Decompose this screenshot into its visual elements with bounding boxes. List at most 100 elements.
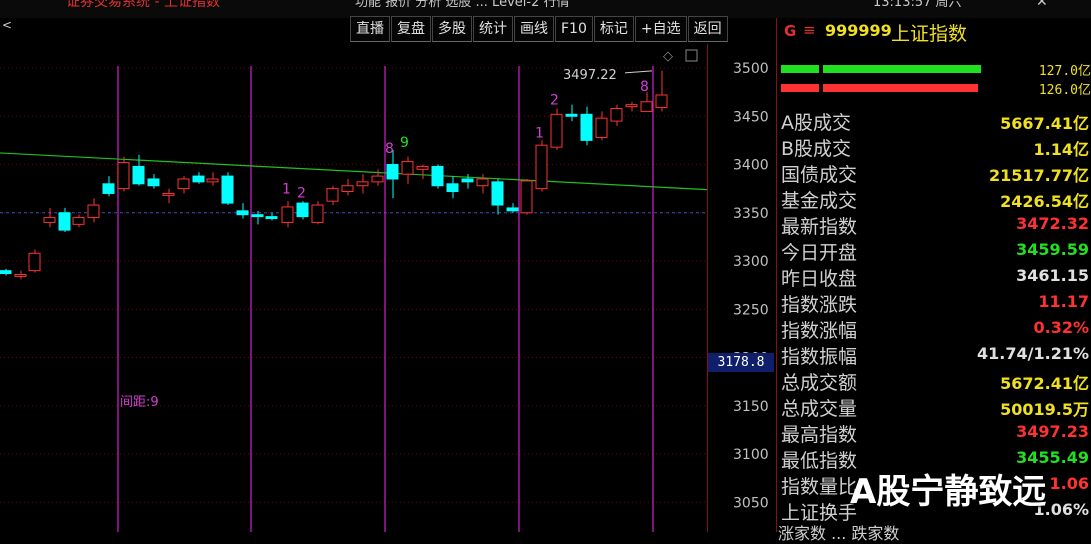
stat-row: B股成交 1.14亿: [778, 133, 1091, 160]
stat-value: 0.32%: [1033, 318, 1089, 337]
stat-label: B股成交: [781, 138, 852, 160]
g-badge[interactable]: G: [784, 22, 796, 40]
toolbar-button-back[interactable]: 返回: [687, 16, 728, 42]
window-title: 证券交易系统 - 上证指数: [66, 0, 220, 10]
sequence-marker: 9: [400, 135, 409, 151]
price-axis-label: 3250: [733, 302, 769, 318]
top-menu[interactable]: 功能 报价 分析 选股 ... Level-2 行情: [355, 0, 569, 10]
sequence-marker: 8: [640, 79, 649, 95]
candle-body: [356, 181, 369, 187]
gap-label: 间距:9: [120, 395, 159, 410]
stat-label: 最新指数: [781, 216, 858, 238]
stat-value: 1.06: [1049, 474, 1089, 493]
panel-toggle-icon: [685, 49, 698, 62]
candle-body: [206, 178, 219, 183]
stat-row: A股成交 5667.41亿: [778, 107, 1091, 134]
stat-label: A股成交: [781, 112, 851, 134]
candle-body: [87, 204, 100, 219]
sequence-marker: 1: [535, 125, 544, 141]
candle-body: [192, 175, 205, 183]
close-icon[interactable]: ✕: [1036, 0, 1048, 10]
toolbar-button-replay[interactable]: 复盘: [391, 16, 431, 42]
bar-seg: [823, 84, 978, 92]
sell-volume-bar: 126.0亿: [778, 82, 1091, 98]
candle-body: [265, 216, 278, 220]
price-axis-label: 3450: [733, 109, 769, 125]
candle-body: [491, 181, 504, 206]
toolbar-button-draw[interactable]: 画线: [514, 16, 554, 42]
panel-header: G ≡ 999999 上证指数: [778, 18, 1091, 45]
stat-value: 1.14亿: [1033, 140, 1089, 159]
advance-decline-row: 涨家数 ... 跌家数: [778, 524, 900, 543]
clock: 13:13:57 周六: [873, 0, 962, 10]
candle-body: [401, 161, 414, 175]
toolbar-button-mark[interactable]: 标记: [593, 16, 634, 42]
sequence-marker: 2: [550, 93, 559, 109]
candle-body: [162, 192, 175, 196]
stat-label: 总成交量: [781, 398, 858, 420]
toolbar-button-f10[interactable]: F10: [555, 16, 593, 42]
stat-label: 基金成交: [781, 190, 858, 212]
candle-body: [58, 212, 71, 231]
candle-body: [476, 178, 489, 187]
stat-row: 国债成交 21517.77亿: [778, 159, 1091, 186]
price-axis-label: 3100: [733, 447, 769, 463]
candle-body: [281, 206, 294, 223]
stat-row: 昨日收盘 3461.15: [778, 263, 1091, 290]
candle-body: [28, 252, 41, 272]
candle-body: [655, 94, 668, 109]
candle-body: [565, 113, 578, 117]
candle-body: [461, 178, 474, 183]
high-annotation: 3497.22: [563, 68, 617, 83]
quote-panel: G ≡ 999999 上证指数 127.0亿 126.0亿 A股成交 5667.4…: [778, 18, 1091, 532]
panel-separator: [776, 18, 777, 532]
candle-body: [431, 165, 444, 187]
candle-body: [147, 178, 160, 187]
diamond-icon: ◇: [663, 49, 673, 64]
buy-volume-bar: 127.0亿: [778, 63, 1091, 79]
index-code: 999999: [825, 21, 892, 40]
stat-row: 总成交量 50019.5万: [778, 393, 1091, 420]
menu-icon[interactable]: ≡: [803, 21, 816, 39]
stat-row: 最新指数 3472.32: [778, 211, 1091, 238]
sequence-marker: 1: [282, 181, 291, 197]
candle-body: [102, 183, 115, 194]
stat-value: 5672.41亿: [1000, 374, 1089, 393]
stat-label: 总成交额: [781, 372, 858, 394]
candlestick-chart[interactable]: 3500345034003350330032503200315031003050…: [0, 44, 776, 532]
candle-body: [251, 214, 264, 218]
candle-body: [236, 210, 249, 216]
toolbar-button-stats[interactable]: 统计: [473, 16, 513, 42]
stat-value: 3461.15: [1016, 266, 1089, 285]
candle-body: [221, 175, 234, 204]
current-price-label: 3178.8: [708, 353, 774, 372]
candle-body: [416, 165, 429, 170]
price-axis-label: 3150: [733, 399, 769, 415]
candle-body: [117, 162, 130, 190]
candle-body: [520, 180, 533, 214]
candle-body: [535, 144, 548, 190]
price-axis-label: 3300: [733, 254, 769, 270]
stat-value: 11.17: [1038, 292, 1089, 311]
toolbar-button-live[interactable]: 直播: [350, 16, 390, 42]
candle-body: [341, 185, 354, 193]
sequence-marker: 2: [297, 185, 306, 201]
stat-row: 总成交额 5672.41亿: [778, 367, 1091, 394]
stat-label: 今日开盘: [781, 242, 858, 264]
stat-row: 基金成交 2426.54亿: [778, 185, 1091, 212]
toolbar: 直播 复盘 多股 统计 画线 F10 标记 +自选 返回: [350, 16, 729, 42]
stat-value: 41.74/1.21%: [977, 344, 1089, 363]
stat-label: 指数振幅: [781, 346, 858, 368]
bar-seg: [823, 65, 981, 73]
stat-value: 21517.77亿: [988, 166, 1089, 185]
stat-value: 3472.32: [1016, 214, 1089, 233]
stat-label: 指数涨跌: [781, 294, 858, 316]
toolbar-button-multi[interactable]: 多股: [432, 16, 472, 42]
candle-body: [14, 274, 27, 277]
stat-label: 国债成交: [781, 164, 858, 186]
price-axis-label: 3400: [733, 158, 769, 174]
toolbar-button-add-watchlist[interactable]: +自选: [634, 16, 687, 42]
candle-body: [580, 113, 593, 141]
chevron-left-icon[interactable]: <: [2, 18, 12, 32]
bar-value: 127.0亿: [1038, 64, 1091, 79]
